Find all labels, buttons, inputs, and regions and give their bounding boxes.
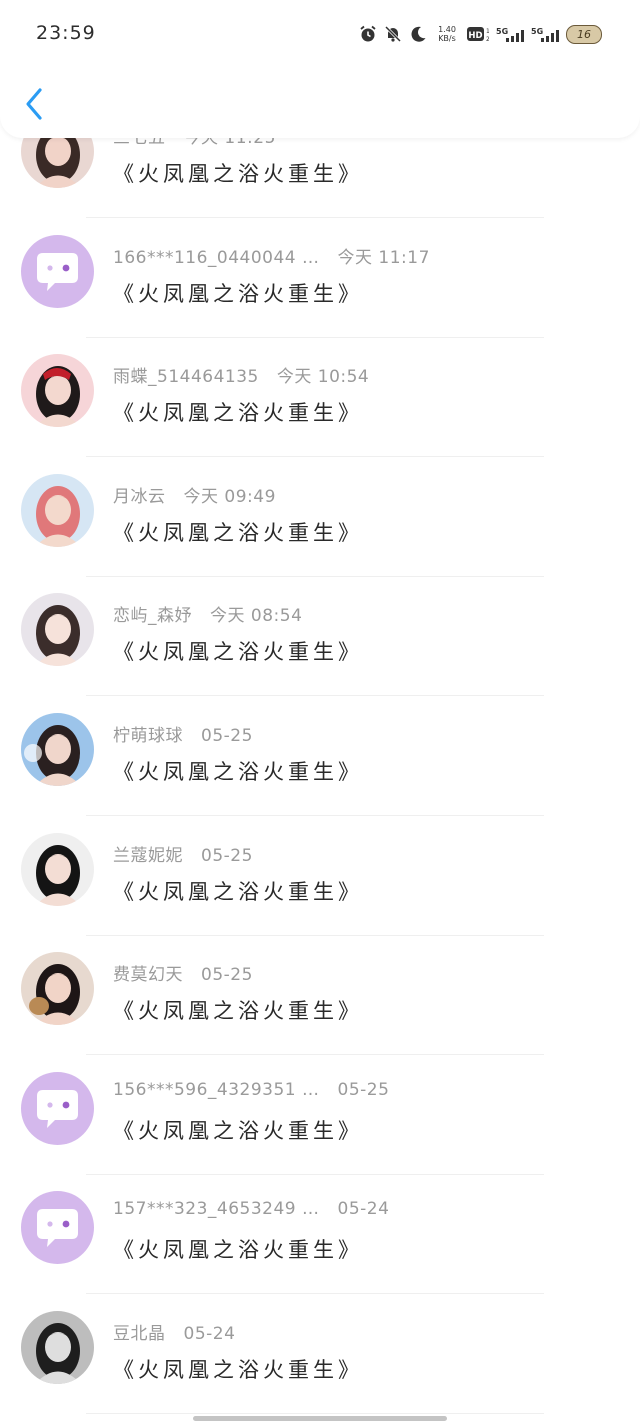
timestamp: 05-25 [201,965,253,986]
message-text: 《火凤凰之浴火重生》 [113,520,363,545]
user-name[interactable]: 恋屿_森妤 [113,606,192,626]
svg-text:2: 2 [486,36,489,43]
avatar[interactable] [21,952,94,1026]
message-row[interactable]: 月冰云 今天 09:49 《火凤凰之浴火重生》 [0,454,640,577]
row-meta: 166***116_0440044 … 今天 11:17 [113,243,430,268]
user-name[interactable]: 豆北晶 [113,1324,166,1344]
user-name[interactable]: 费莫幻天 [113,965,183,985]
message-row[interactable]: 157***323_4653249 … 05-24 《火凤凰之浴火重生》 [0,1171,640,1295]
avatar[interactable] [21,712,94,786]
avatar[interactable] [21,473,94,547]
row-meta: 156***596_4329351 … 05-25 [113,1080,389,1100]
message-row[interactable]: 豆北晶 05-24 《火凤凰之浴火重生》 [0,1291,640,1414]
message-text: 《火凤凰之浴火重生》 [113,999,363,1024]
default-avatar-icon[interactable] [21,1071,94,1145]
timestamp: 今天 11:17 [337,247,430,268]
row-meta: 费莫幻天 05-25 [113,960,253,985]
timestamp: 05-25 [201,725,253,746]
user-name[interactable]: 156***596_4329351 … [113,1080,320,1100]
message-row[interactable]: 166***116_0440044 … 今天 11:17 《火凤凰之浴火重生》 [0,215,640,338]
timestamp: 今天 10:54 [276,367,370,388]
timestamp: 05-25 [337,1079,390,1100]
user-name[interactable]: 166***116_0440044 … [113,248,320,268]
status-icons: 1.40 KB/s HD 1 2 5G 5G 16 [359,22,602,46]
timestamp: 05-25 [201,845,253,866]
row-meta: 柠萌球球 05-25 [113,721,253,746]
message-row[interactable]: 156***596_4329351 … 05-25 《火凤凰之浴火重生》 [0,1052,640,1175]
net-speed: 1.40 KB/s [438,25,456,43]
message-list: 三七五 今天 11:25 《火凤凰之浴火重生》 166***116_0440044 … [0,95,640,1414]
avatar[interactable] [21,593,94,667]
row-meta: 157***323_4653249 … 05-24 [113,1199,389,1219]
message-row[interactable]: 柠萌球球 05-25 《火凤凰之浴火重生》 [0,693,640,816]
top-bar: 23:59 1.40 KB/s HD 1 2 5G 5G 16 [0,0,640,138]
message-text: 《火凤凰之浴火重生》 [113,759,363,784]
mute-bell-icon [384,25,402,43]
timestamp: 今天 09:49 [183,486,276,507]
hd-icon: HD 1 2 [467,27,489,43]
user-name[interactable]: 兰蔻妮妮 [113,846,183,866]
default-avatar-icon[interactable] [21,234,94,308]
home-indicator[interactable] [193,1416,447,1421]
signal-5g-icon: 5G [496,27,524,42]
divider [86,1412,544,1414]
message-text: 《火凤凰之浴火重生》 [113,640,363,665]
user-name[interactable]: 月冰云 [113,487,166,507]
status-time: 23:59 [36,22,96,44]
timestamp: 05-24 [337,1199,390,1220]
alarm-icon [360,25,376,42]
avatar[interactable] [21,832,94,906]
chevron-left-icon[interactable] [22,86,50,122]
signal-1-label: 5G [496,27,508,36]
row-meta: 月冰云 今天 09:49 [113,482,276,507]
svg-text:1: 1 [486,28,489,35]
user-name[interactable]: 157***323_4653249 … [113,1199,320,1219]
message-text: 《火凤凰之浴火重生》 [113,1357,363,1382]
row-meta: 雨蝶_514464135 今天 10:54 [113,362,369,387]
timestamp: 今天 08:54 [210,606,303,627]
moon-icon [411,26,426,42]
battery-indicator: 16 [566,24,602,44]
row-meta: 豆北晶 05-24 [113,1319,235,1344]
message-row[interactable]: 兰蔻妮妮 05-25 《火凤凰之浴火重生》 [0,813,640,936]
message-text: 《火凤凰之浴火重生》 [113,281,363,306]
row-meta: 兰蔻妮妮 05-25 [113,841,253,866]
avatar[interactable] [21,354,94,428]
default-avatar-icon[interactable] [21,1191,94,1265]
message-row[interactable]: 恋屿_森妤 今天 08:54 《火凤凰之浴火重生》 [0,573,640,697]
avatar[interactable] [21,1310,94,1384]
message-row[interactable]: 雨蝶_514464135 今天 10:54 《火凤凰之浴火重生》 [0,334,640,458]
user-name[interactable]: 雨蝶_514464135 [113,367,259,387]
row-meta: 恋屿_森妤 今天 08:54 [113,601,302,626]
message-text: 《火凤凰之浴火重生》 [113,401,363,426]
hd-label: HD [468,31,482,41]
signal-2-label: 5G [531,27,543,36]
message-text: 《火凤凰之浴火重生》 [113,879,363,904]
message-text: 《火凤凰之浴火重生》 [113,1118,363,1143]
message-row[interactable]: 费莫幻天 05-25 《火凤凰之浴火重生》 [0,932,640,1056]
signal-5g-icon-2: 5G [531,27,559,42]
message-text: 《火凤凰之浴火重生》 [113,1238,363,1263]
user-name[interactable]: 柠萌球球 [113,726,183,746]
timestamp: 05-24 [183,1323,236,1344]
message-text: 《火凤凰之浴火重生》 [113,162,363,186]
